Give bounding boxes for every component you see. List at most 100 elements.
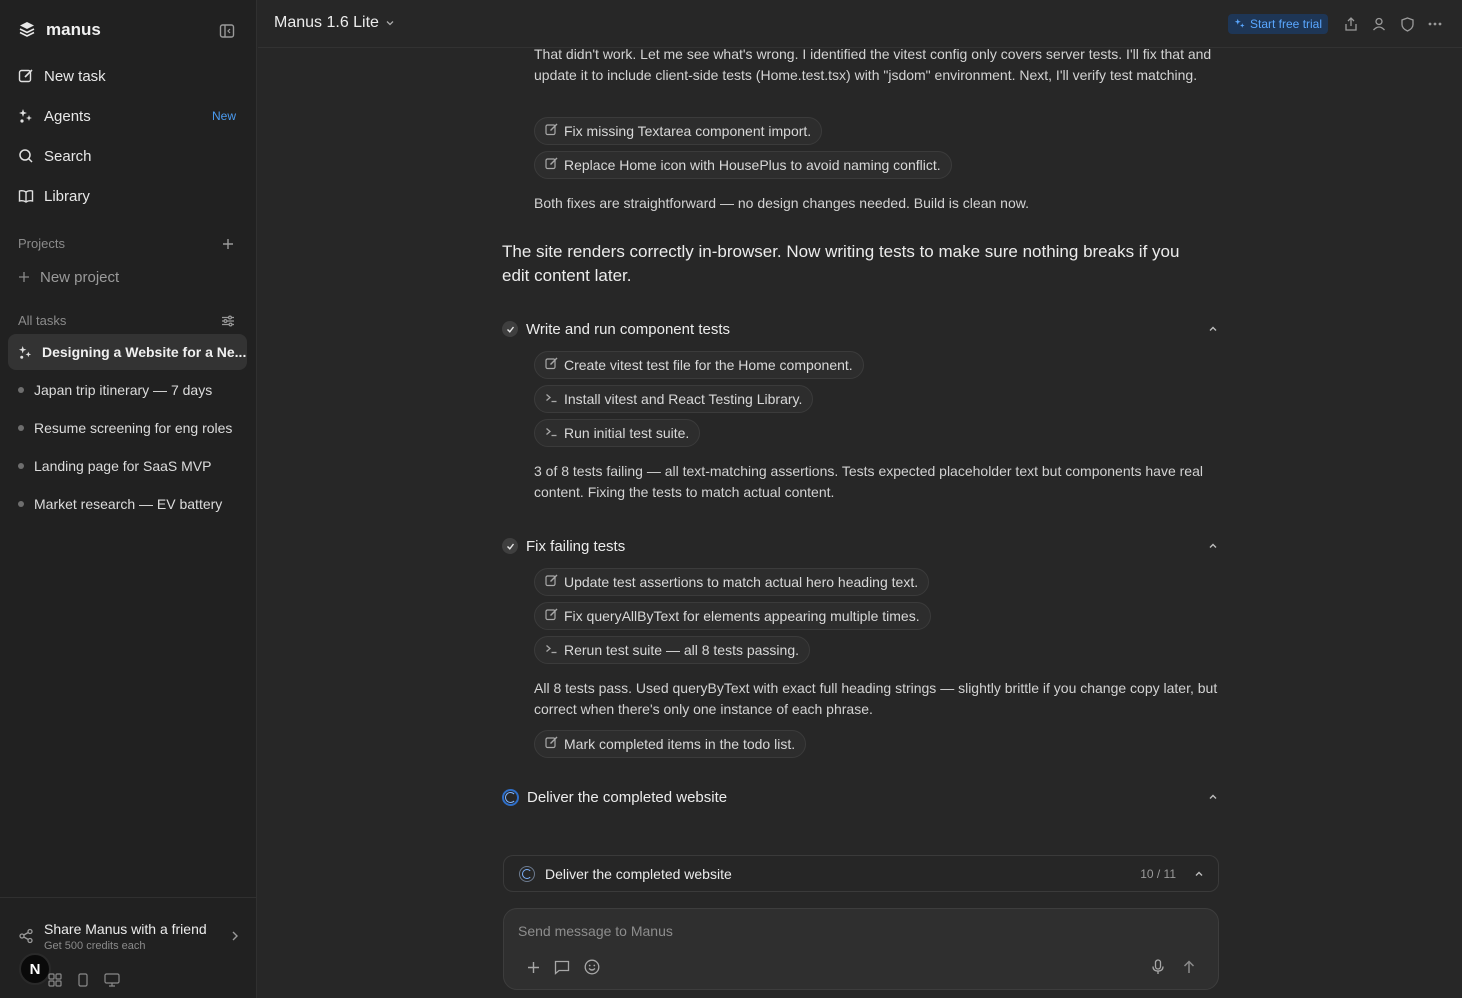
task-label: Japan trip itinerary — 7 days (34, 382, 213, 398)
nav-search[interactable]: Search (8, 138, 248, 174)
agents-icon (18, 345, 32, 359)
filter-tasks-button[interactable] (218, 311, 238, 331)
action-chip[interactable]: Run initial test suite. (534, 419, 701, 447)
share-title: Share Manus with a friend (44, 920, 207, 937)
chip-label: Rerun test suite — all 8 tests passing. (564, 642, 799, 658)
model-selector[interactable]: Manus 1.6 Lite (274, 14, 395, 32)
avatar[interactable]: N (19, 953, 51, 985)
action-chip[interactable]: Mark completed items in the todo list. (534, 730, 807, 758)
assistant-note: Both fixes are straightforward — no desi… (534, 195, 1029, 211)
edit-icon (545, 357, 558, 373)
chevron-up-icon (1209, 794, 1217, 799)
more-button[interactable] (1425, 14, 1445, 34)
progress-label: Deliver the completed website (545, 865, 732, 882)
chevron-down-icon (386, 21, 394, 26)
task-label: Resume screening for eng roles (34, 420, 233, 436)
more-horizontal-icon (1428, 22, 1442, 26)
user-icon (1373, 17, 1385, 31)
chevron-right-icon (232, 931, 238, 941)
projects-label: Projects (18, 236, 65, 251)
step-header-fix-tests[interactable]: Fix failing tests (502, 534, 1220, 558)
smiley-icon (584, 959, 600, 975)
action-chip[interactable]: Fix queryAllByText for elements appearin… (534, 602, 931, 630)
action-chip[interactable]: Replace Home icon with HousePlus to avoi… (534, 151, 952, 179)
filter-icon (222, 315, 234, 327)
terminal-icon (545, 642, 558, 658)
shield-button[interactable] (1397, 14, 1417, 34)
share-manus-button[interactable]: Share Manus with a friend Get 500 credit… (18, 918, 240, 954)
action-chip[interactable]: Install vitest and React Testing Library… (534, 385, 814, 413)
manus-logo-icon (18, 20, 36, 41)
plus-icon (223, 239, 233, 249)
chip-label: Update test assertions to match actual h… (564, 574, 919, 590)
chat-mode-button[interactable] (551, 956, 573, 978)
brand[interactable]: manus (18, 18, 101, 42)
task-item[interactable]: Japan trip itinerary — 7 days (18, 379, 212, 401)
share-button[interactable] (1341, 14, 1361, 34)
brand-name: manus (46, 20, 101, 39)
loading-icon (519, 865, 535, 882)
nav-new-task[interactable]: New task (8, 58, 248, 94)
task-item-active[interactable]: Designing a Website for a Ne... (8, 334, 247, 370)
chip-label: Run initial test suite. (564, 425, 690, 441)
task-label: Landing page for SaaS MVP (34, 458, 212, 474)
action-chip[interactable]: Create vitest test file for the Home com… (534, 351, 864, 379)
nav-agents[interactable]: Agents New (8, 98, 248, 134)
check-icon (502, 321, 518, 337)
chip-label: Replace Home icon with HousePlus to avoi… (564, 157, 941, 173)
assistant-paragraph: That didn't work. Let me see what's wron… (534, 46, 1212, 83)
task-progress-bar[interactable]: Deliver the completed website 10 / 11 (503, 855, 1219, 892)
collapse-sidebar-button[interactable] (216, 20, 238, 42)
new-badge: New (211, 109, 236, 123)
add-project-button[interactable] (218, 234, 238, 254)
user-button[interactable] (1369, 14, 1389, 34)
nav-search-label: Search (44, 147, 92, 165)
send-button[interactable] (1178, 956, 1200, 978)
chevron-up-icon (1195, 871, 1203, 876)
trial-label: Start free trial (1250, 17, 1323, 31)
action-chip[interactable]: Update test assertions to match actual h… (534, 568, 930, 596)
share-icon (19, 928, 33, 944)
chip-label: Install vitest and React Testing Library… (564, 391, 803, 407)
mobile-icon[interactable] (76, 973, 90, 990)
task-item[interactable]: Resume screening for eng roles (18, 417, 232, 439)
step-title: Fix failing tests (526, 537, 626, 555)
shield-icon (1400, 16, 1414, 32)
arrow-up-icon (1183, 960, 1195, 973)
action-chip[interactable]: Fix missing Textarea component import. (534, 117, 823, 145)
agents-icon (19, 109, 32, 123)
edit-icon (545, 123, 558, 139)
edit-icon (545, 608, 558, 624)
new-project-button[interactable]: New project (18, 266, 119, 288)
start-free-trial-button[interactable]: Start free trial (1228, 14, 1329, 34)
nav-agents-label: Agents (44, 107, 91, 125)
chip-label: Create vitest test file for the Home com… (564, 357, 853, 373)
terminal-icon (545, 425, 558, 441)
check-icon (502, 538, 518, 554)
grid-icon[interactable] (48, 973, 62, 990)
message-input[interactable] (518, 923, 1118, 939)
emoji-button[interactable] (581, 956, 603, 978)
task-dot-icon (18, 387, 24, 393)
nav-library-label: Library (44, 187, 90, 205)
all-tasks-label: All tasks (18, 313, 67, 328)
progress-count: 10 / 11 (1140, 866, 1176, 881)
desktop-icon[interactable] (104, 973, 120, 990)
new-project-label: New project (40, 268, 120, 286)
task-item[interactable]: Market research — EV battery (18, 493, 222, 515)
microphone-icon (1152, 959, 1164, 974)
voice-input-button[interactable] (1147, 956, 1169, 978)
attach-button[interactable] (522, 956, 544, 978)
assistant-message: The site renders correctly in-browser. N… (502, 242, 1180, 285)
step-header-deliver[interactable]: Deliver the completed website (502, 785, 1220, 809)
task-label: Market research — EV battery (34, 496, 223, 512)
edit-icon (545, 736, 558, 752)
step-header-write-tests[interactable]: Write and run component tests (502, 317, 1220, 341)
action-chip[interactable]: Rerun test suite — all 8 tests passing. (534, 636, 810, 664)
nav-library[interactable]: Library (8, 178, 248, 214)
terminal-icon (545, 391, 558, 407)
message-icon (554, 960, 570, 975)
upload-share-icon (1345, 16, 1357, 31)
plus-icon (527, 961, 539, 973)
task-item[interactable]: Landing page for SaaS MVP (18, 455, 211, 477)
